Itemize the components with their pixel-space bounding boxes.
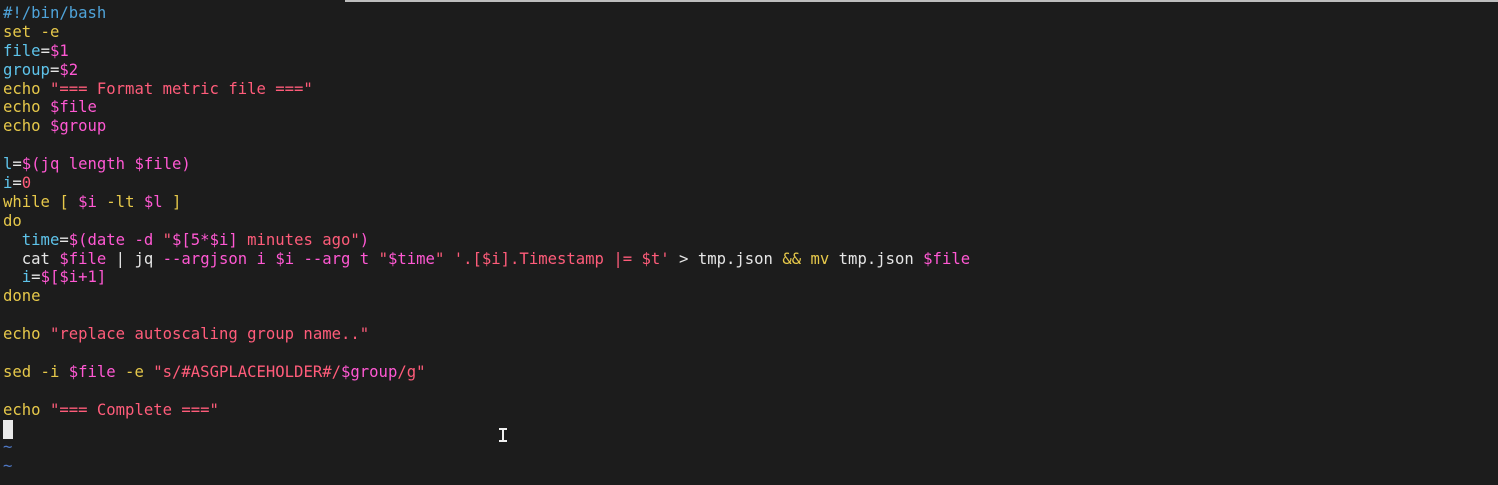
code-token: $group [49, 117, 107, 136]
code-token: -e [115, 362, 154, 381]
code-token: /g" [397, 362, 426, 381]
code-line: ~ [3, 438, 970, 457]
text-cursor-ibeam-icon [497, 427, 509, 443]
vim-editor-buffer[interactable]: #!/bin/bash set -e file=$1 group=$2 echo "==… [3, 4, 970, 476]
code-token: = [31, 268, 41, 287]
code-line: time=$(date -d "$[5*$i] minutes ago") [3, 231, 970, 250]
code-token: = [12, 155, 22, 174]
code-token: "replace autoscaling group name.." [49, 325, 370, 344]
code-token: ) [359, 230, 370, 249]
code-line: done [3, 287, 970, 306]
code-token: " [434, 249, 445, 268]
code-token: minutes ago" [237, 230, 360, 249]
code-token: echo [3, 117, 50, 136]
code-token: done [3, 287, 41, 306]
code-token: echo [3, 79, 50, 98]
code-token: mv [810, 249, 830, 268]
code-line: sed -i $file -e "s/#ASGPLACEHOLDER#/$gro… [3, 363, 970, 382]
code-token: $i [78, 192, 97, 211]
code-line: ~ [3, 457, 970, 476]
code-token: $(date -d [68, 230, 163, 249]
code-token: = [59, 230, 69, 249]
terminal-window[interactable]: #!/bin/bash set -e file=$1 group=$2 echo "==… [0, 0, 1498, 485]
code-token: > tmp.json [669, 249, 783, 268]
code-token: $time [387, 249, 435, 268]
code-token: $2 [59, 60, 79, 79]
code-token: && [782, 249, 802, 268]
code-token: $file [923, 249, 971, 268]
code-token: $1 [49, 41, 69, 60]
code-line: echo "=== Complete ===" [3, 401, 970, 420]
code-line: echo "replace autoscaling group name.." [3, 325, 970, 344]
code-line [3, 419, 970, 439]
code-token: " [378, 249, 388, 268]
code-token: file [3, 41, 41, 60]
code-line: i=0 [3, 174, 970, 193]
code-token: echo [3, 325, 50, 344]
code-token: #!/bin/bash [3, 4, 107, 22]
code-line: i=$[$i+1] [3, 268, 970, 287]
code-line: do [3, 212, 970, 231]
code-token: "=== Format metric file ===" [49, 79, 313, 98]
code-token: $l [143, 192, 163, 211]
code-line: file=$1 [3, 42, 970, 61]
code-token: i [21, 268, 32, 287]
code-token: time [21, 230, 60, 249]
code-token: $[5*$i] [172, 230, 238, 249]
code-token: set -e [3, 22, 60, 41]
code-line: set -e [3, 23, 970, 42]
code-token: sed -i [3, 362, 69, 381]
code-line: echo $group [3, 117, 970, 136]
empty-line-marker: ~ [3, 457, 13, 476]
code-token: $i [275, 249, 295, 268]
code-line: group=$2 [3, 61, 970, 80]
code-token: $file [59, 249, 107, 268]
code-token: "=== Complete ===" [49, 400, 219, 419]
code-token: ] [162, 192, 182, 211]
code-token: | jq [106, 249, 163, 268]
code-token: i [3, 174, 13, 193]
code-token: = [40, 41, 50, 60]
code-token: "s/#ASGPLACEHOLDER#/ [153, 362, 341, 381]
code-token: cat [3, 249, 60, 268]
code-token: --argjson i [162, 249, 276, 268]
code-token: $(jq length $file) [21, 155, 191, 174]
window-top-strip [345, 0, 1498, 2]
block-cursor [3, 419, 13, 439]
code-token: $file [49, 98, 97, 117]
code-token: = [49, 60, 60, 79]
code-token: $group [341, 362, 398, 381]
code-token: echo [3, 400, 50, 419]
code-line: cat $file | jq --argjson i $i --arg t "$… [3, 250, 970, 269]
code-token: tmp.json [829, 249, 924, 268]
code-line: while [ $i -lt $l ] [3, 193, 970, 212]
code-line: #!/bin/bash [3, 4, 970, 23]
code-token: $[$i+1] [40, 268, 107, 287]
code-token: $file [68, 362, 116, 381]
code-token: l [3, 155, 13, 174]
code-token: do [3, 211, 22, 230]
code-line: l=$(jq length $file) [3, 155, 970, 174]
code-token: echo [3, 98, 50, 117]
code-line: echo "=== Format metric file ===" [3, 80, 970, 99]
empty-line-marker: ~ [3, 438, 13, 457]
code-token: -lt [96, 192, 144, 211]
code-token: while [3, 192, 60, 211]
code-token: " [162, 230, 173, 249]
code-token: 0 [21, 174, 32, 193]
code-token: --arg t [294, 249, 379, 268]
code-token: = [12, 174, 22, 193]
code-line: echo $file [3, 98, 970, 117]
code-token: '.[$i].Timestamp |= $t' [453, 249, 670, 268]
code-token: [ [59, 192, 79, 211]
code-token: group [3, 60, 50, 79]
